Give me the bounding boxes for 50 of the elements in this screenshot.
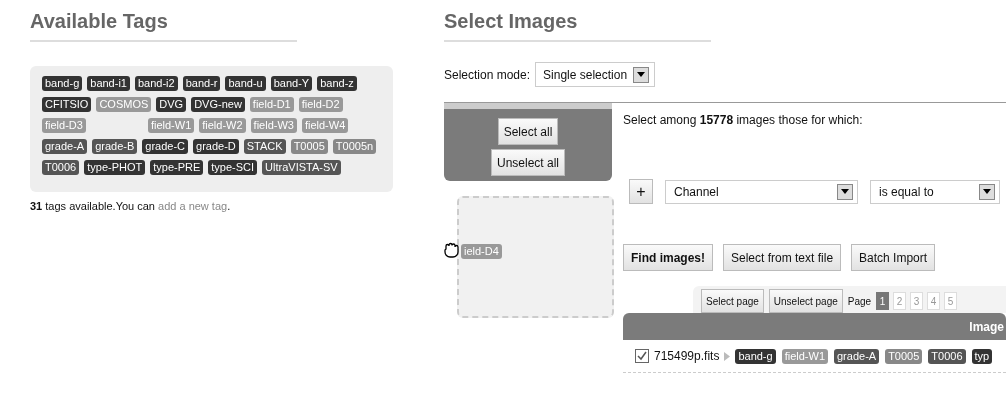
tag[interactable]: T0005n — [332, 139, 377, 154]
tag[interactable]: DVG — [156, 97, 187, 112]
operator-select[interactable]: is equal to — [870, 179, 1000, 204]
checkbox[interactable] — [635, 349, 649, 363]
tag[interactable]: band-Y — [270, 76, 313, 91]
page-link[interactable]: 1 — [876, 292, 890, 310]
tag[interactable]: grade-D — [193, 139, 239, 154]
select-page-button[interactable]: Select page — [701, 289, 764, 313]
tag[interactable]: T0006 — [42, 160, 80, 175]
select-all-button[interactable]: Select all — [497, 118, 559, 145]
unselect-all-button[interactable]: Unselect all — [491, 149, 565, 176]
tag[interactable]: UltraVISTA-SV — [262, 160, 341, 175]
column-header: Image — [969, 318, 1005, 336]
tag[interactable]: CFITSIO — [42, 97, 92, 112]
section-title: Available Tags — [30, 6, 297, 42]
tag[interactable]: DVG-new — [191, 97, 245, 112]
tag[interactable]: grade-A — [834, 348, 880, 364]
tag[interactable]: typ — [971, 348, 993, 364]
tag[interactable]: band-u — [225, 76, 266, 91]
tag[interactable]: grade-B — [92, 139, 138, 154]
selection-mode-label: Selection mode: — [444, 66, 531, 84]
action-button[interactable]: Select from text file — [723, 244, 842, 271]
add-criterion-button[interactable]: + — [629, 179, 653, 204]
tags-summary: 31 tags available.You can add a new tag. — [30, 199, 232, 214]
tag[interactable]: band-g — [735, 348, 776, 364]
section-title: Select Images — [444, 6, 711, 42]
tag[interactable]: grade-A — [42, 139, 88, 154]
field-select[interactable]: Channel — [665, 179, 858, 204]
file-name: 715499p.fits — [654, 348, 720, 365]
hand-cursor-icon — [444, 241, 461, 258]
action-button[interactable]: Find images! — [623, 244, 713, 271]
selection-mode-select[interactable]: Single selection — [535, 62, 656, 87]
tag[interactable]: STACK — [243, 139, 286, 154]
tag[interactable]: T0005 — [885, 348, 923, 364]
tag[interactable]: band-i1 — [87, 76, 130, 91]
criteria-text: Select among 15778 images those for which: — [623, 112, 864, 129]
tag[interactable]: band-z — [317, 76, 357, 91]
tag[interactable]: grade-C — [142, 139, 189, 154]
unselect-page-button[interactable]: Unselect page — [768, 289, 843, 313]
tag[interactable]: type-PHOT — [84, 160, 146, 175]
tag[interactable]: T0005 — [290, 139, 328, 154]
tag[interactable]: type-PRE — [150, 160, 204, 175]
triangle-icon — [724, 351, 731, 361]
tag[interactable]: band-i2 — [134, 76, 178, 91]
page-label: Page — [847, 294, 872, 309]
action-button[interactable]: Batch Import — [851, 244, 936, 271]
tag[interactable]: T0006 — [928, 348, 966, 364]
tag[interactable]: type-SCI — [208, 160, 258, 175]
tag[interactable]: band-g — [42, 76, 83, 91]
tag[interactable]: band-r — [182, 76, 221, 91]
